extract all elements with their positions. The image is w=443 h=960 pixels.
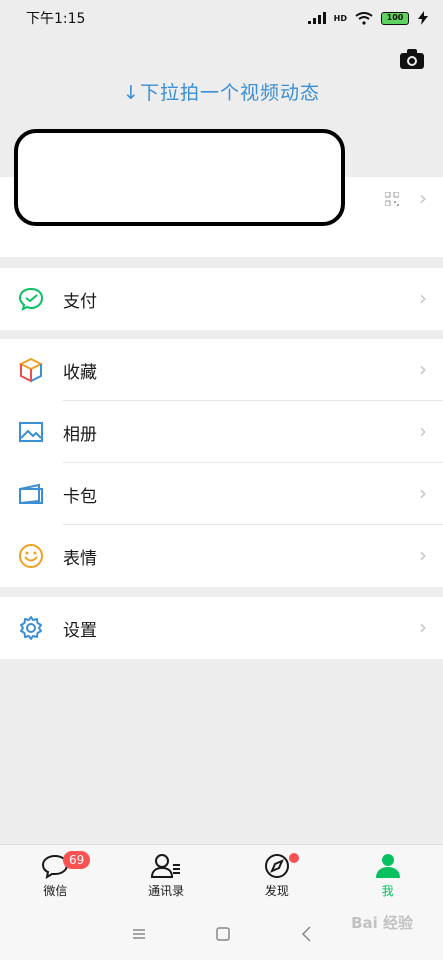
- favorites-cube-icon: [18, 357, 44, 383]
- menu-item-settings[interactable]: 设置 ›: [0, 597, 443, 659]
- qr-code-icon[interactable]: [385, 192, 399, 206]
- profile-chevron-icon: ›: [419, 186, 427, 210]
- battery-icon: 100: [381, 11, 409, 25]
- status-icons: HD 100: [307, 11, 429, 25]
- menu-label-stickers: 表情: [63, 548, 97, 569]
- tab-me[interactable]: 我: [332, 845, 443, 907]
- pay-section: 支付 ›: [0, 268, 443, 330]
- menu-label-settings: 设置: [63, 620, 97, 641]
- menu-icon[interactable]: [132, 928, 146, 940]
- chevron-icon: ›: [419, 357, 427, 381]
- tab-discover[interactable]: 发现: [222, 845, 333, 907]
- camera-icon[interactable]: [399, 48, 425, 70]
- menu-item-album[interactable]: 相册 ›: [0, 401, 443, 463]
- chevron-icon: ›: [419, 615, 427, 639]
- menu-label-album: 相册: [63, 424, 97, 445]
- redacted-profile-info: [14, 129, 345, 226]
- tab-contacts[interactable]: 通讯录: [111, 845, 222, 907]
- tab-label-discover: 发现: [264, 884, 289, 898]
- chevron-icon: ›: [419, 419, 427, 443]
- tab-label-me: 我: [381, 884, 394, 898]
- tab-label-contacts: 通讯录: [148, 884, 185, 898]
- status-bar: 下午1:15 HD 100: [0, 0, 443, 36]
- menu-label-favorites: 收藏: [63, 362, 97, 383]
- tab-chats[interactable]: 69 微信: [0, 845, 111, 907]
- pay-icon: [18, 286, 44, 312]
- menu-label-cards: 卡包: [63, 486, 97, 507]
- signal-icon: [307, 12, 326, 24]
- compass-icon: [264, 854, 289, 878]
- network-label: HD: [333, 13, 347, 23]
- wifi-icon: [355, 11, 373, 25]
- person-icon: [375, 854, 400, 878]
- gear-icon: [18, 615, 44, 641]
- pull-down-hint: ↓下拉拍一个视频动态: [123, 82, 320, 104]
- settings-section: 设置 ›: [0, 597, 443, 659]
- watermark: Bai 经验: [351, 914, 413, 932]
- menu-item-pay[interactable]: 支付 ›: [0, 268, 443, 330]
- chevron-icon: ›: [419, 481, 427, 505]
- notification-dot: [288, 853, 299, 863]
- tools-section: 收藏 › 相册 › 卡包 › 表情 ›: [0, 339, 443, 587]
- chevron-icon: ›: [419, 286, 427, 310]
- chevron-icon: ›: [419, 543, 427, 567]
- status-time: 下午1:15: [26, 11, 86, 27]
- home-square-icon[interactable]: [215, 926, 230, 941]
- charging-icon: [418, 11, 428, 25]
- back-arrow-icon[interactable]: [300, 925, 312, 942]
- unread-badge: 69: [63, 851, 91, 869]
- contacts-icon: [151, 854, 181, 878]
- smiley-icon: [18, 543, 44, 569]
- menu-item-stickers[interactable]: 表情 ›: [0, 525, 443, 587]
- wallet-icon: [18, 481, 44, 507]
- album-picture-icon: [18, 419, 44, 445]
- menu-label-pay: 支付: [63, 291, 97, 312]
- bottom-tab-bar: 69 微信 通讯录 发现 我: [0, 844, 443, 907]
- menu-item-favorites[interactable]: 收藏 ›: [0, 339, 443, 401]
- menu-item-cards[interactable]: 卡包 ›: [0, 463, 443, 525]
- tab-label-chats: 微信: [43, 884, 68, 898]
